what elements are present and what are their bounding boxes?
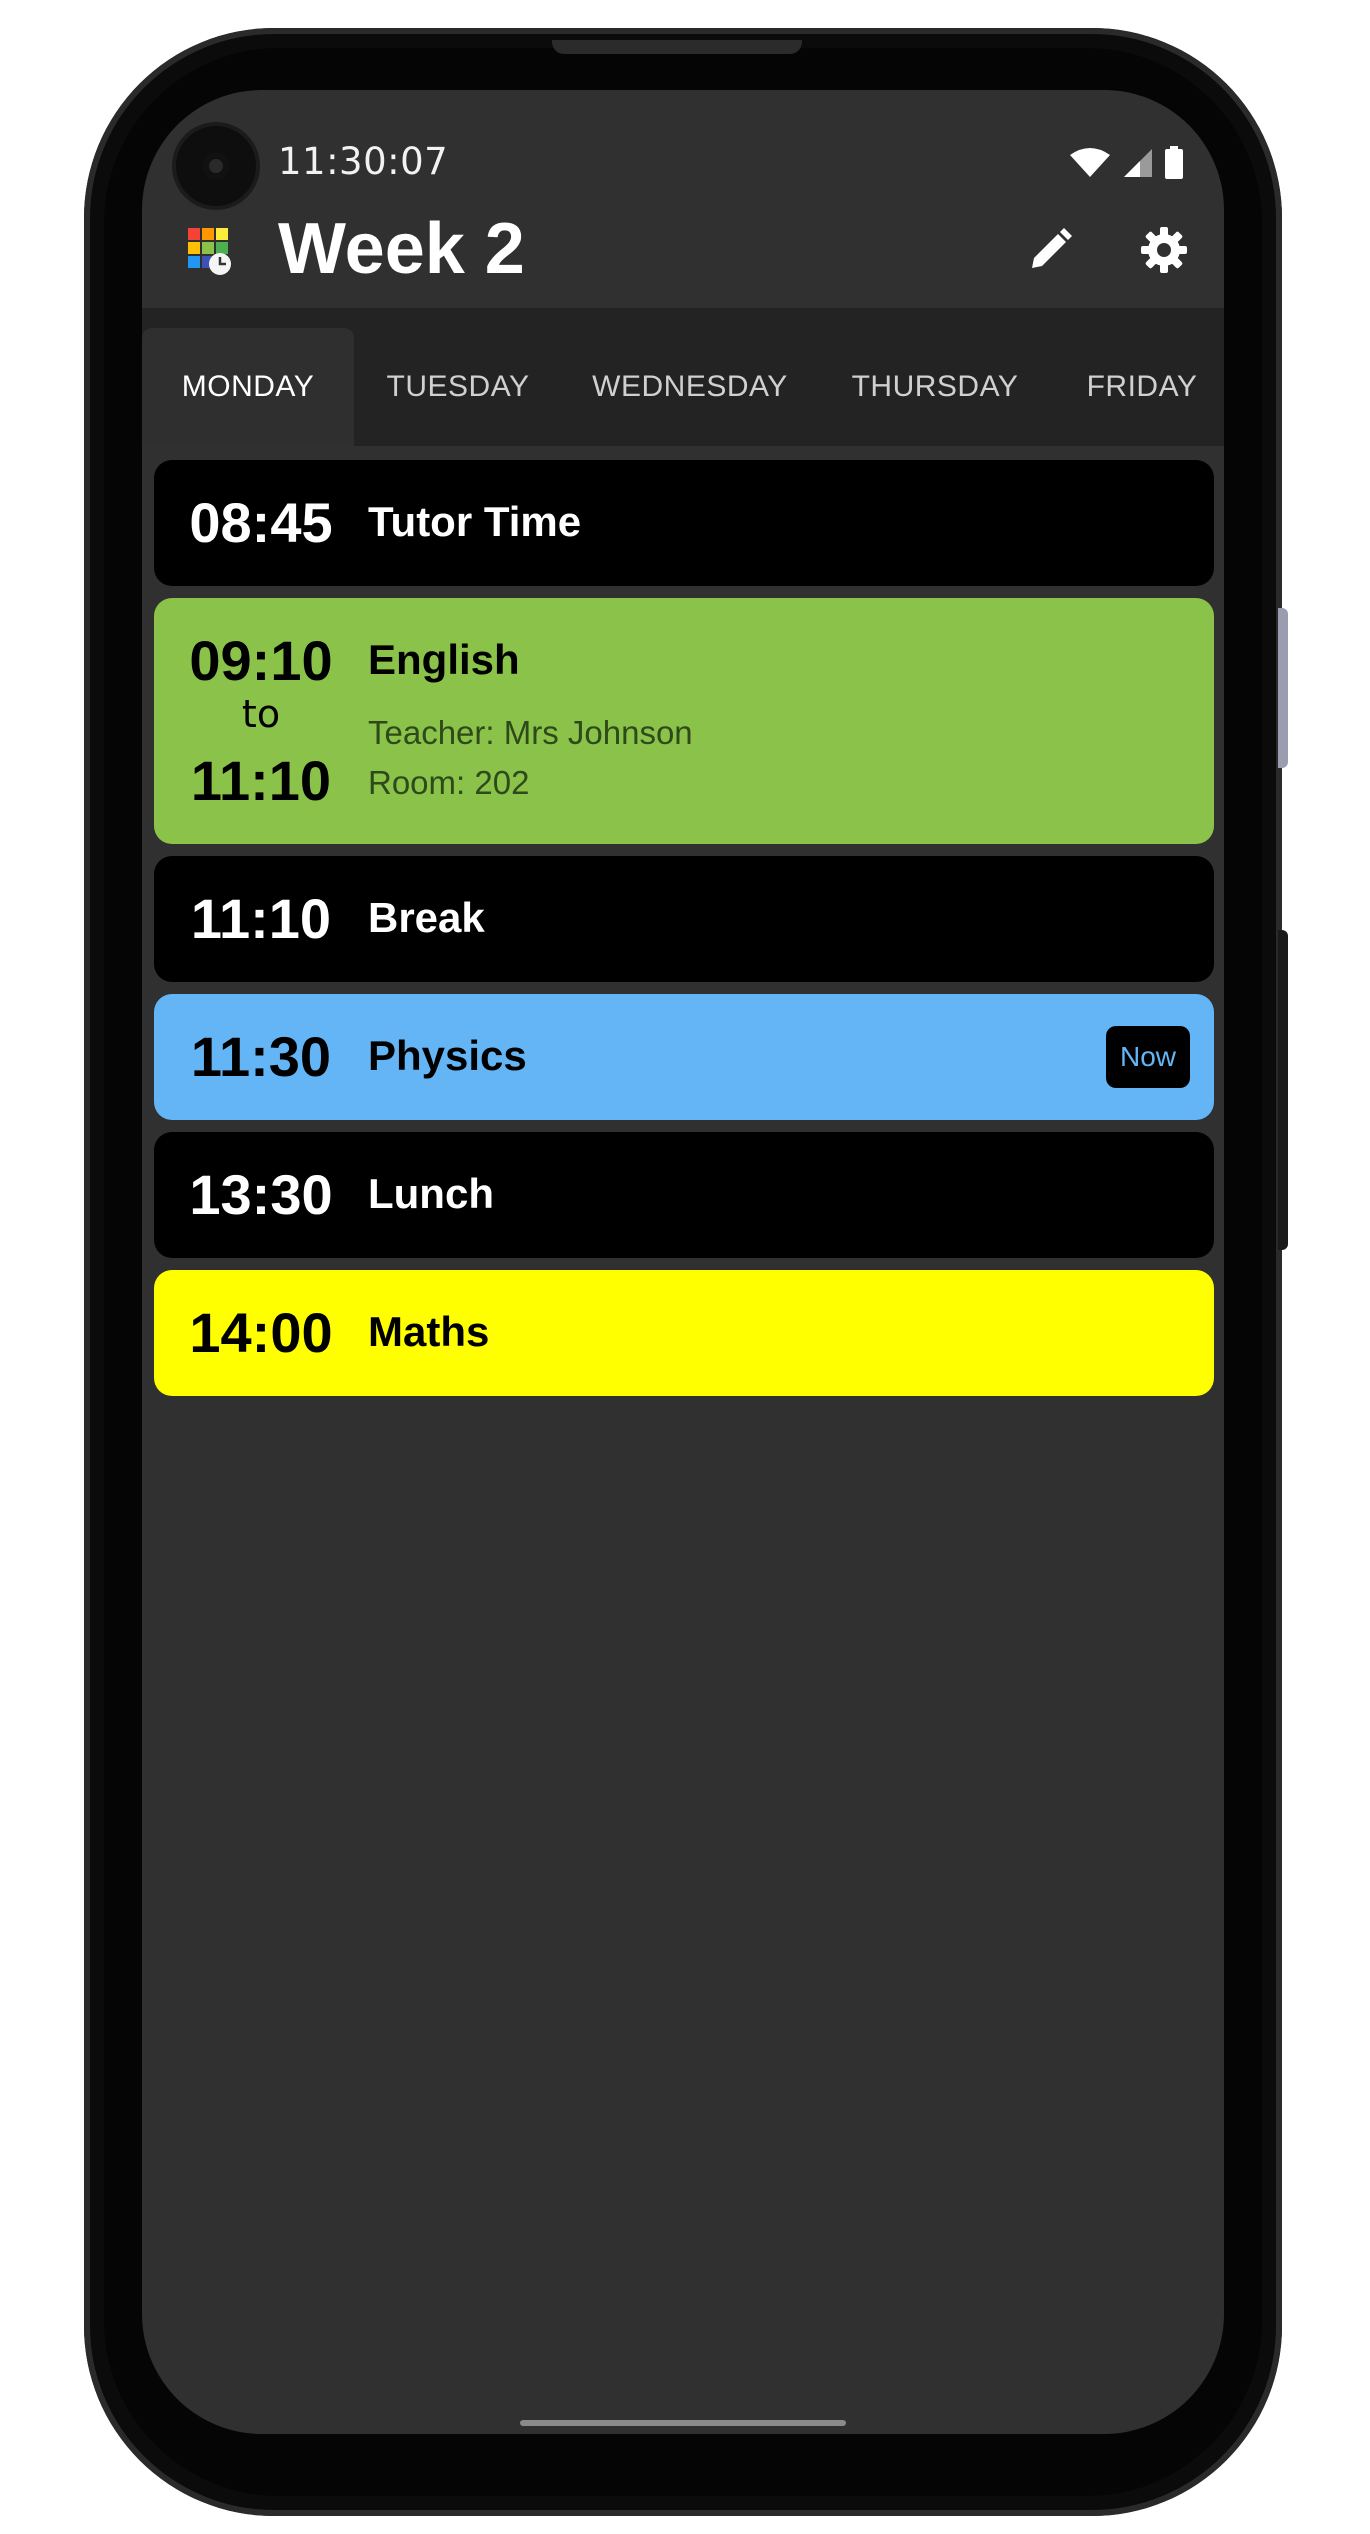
lesson-time: 08:45 <box>189 491 333 554</box>
lesson-time: 13:30 <box>189 1163 333 1226</box>
lesson-card-physics[interactable]: 11:30 Physics Now <box>154 994 1214 1120</box>
volume-button <box>1278 608 1288 768</box>
phone-screen: 11:30:07 Week 2 MONDAY TUESDAY WEDNESDAY… <box>142 90 1224 2434</box>
signal-icon <box>1124 149 1152 177</box>
current-lesson-badge: Now <box>1106 1026 1190 1088</box>
lesson-card-break[interactable]: 11:10 Break <box>154 856 1214 982</box>
gear-icon <box>1141 227 1187 273</box>
lesson-subject: Maths <box>368 1308 490 1355</box>
settings-button[interactable] <box>1132 218 1196 282</box>
lesson-subject: Break <box>368 894 485 941</box>
lesson-card-lunch[interactable]: 13:30 Lunch <box>154 1132 1214 1258</box>
status-icons <box>1068 146 1184 180</box>
lesson-subject: Physics <box>368 1032 527 1079</box>
lesson-time: 11:10 <box>190 887 332 950</box>
power-button <box>1278 930 1288 1250</box>
front-camera <box>176 126 256 206</box>
lesson-subject: Lunch <box>368 1170 494 1217</box>
lesson-end-time: 11:10 <box>190 749 332 812</box>
pencil-icon <box>1032 228 1072 268</box>
earpiece-speaker <box>552 40 802 54</box>
day-tabs: MONDAY TUESDAY WEDNESDAY THURSDAY FRIDAY <box>142 308 1224 446</box>
battery-icon <box>1165 146 1183 179</box>
lesson-teacher: Teacher: Mrs Johnson <box>368 714 693 751</box>
lesson-room: Room: 202 <box>368 764 530 801</box>
lesson-subject: Tutor Time <box>368 498 582 545</box>
lesson-start-time: 09:10 <box>189 629 333 692</box>
lesson-card-tutor-time[interactable]: 08:45 Tutor Time <box>154 460 1214 586</box>
status-time: 11:30:07 <box>278 140 449 183</box>
lesson-time: 14:00 <box>189 1301 333 1364</box>
edit-button[interactable] <box>1018 218 1082 282</box>
app-logo-icon <box>188 228 231 275</box>
tab-monday[interactable]: MONDAY <box>142 328 354 446</box>
tab-tuesday[interactable]: TUESDAY <box>354 328 562 446</box>
tab-wednesday[interactable]: WEDNESDAY <box>562 328 818 446</box>
lesson-card-english[interactable]: 09:10 to 11:10 English Teacher: Mrs John… <box>154 598 1214 844</box>
lesson-subject: English <box>368 636 520 683</box>
home-indicator[interactable] <box>520 2420 846 2426</box>
lesson-time-separator: to <box>241 692 281 736</box>
lesson-card-maths[interactable]: 14:00 Maths <box>154 1270 1214 1396</box>
page-title: Week 2 <box>278 209 525 289</box>
wifi-icon <box>1070 148 1110 177</box>
tab-thursday[interactable]: THURSDAY <box>818 328 1052 446</box>
lesson-time: 11:30 <box>190 1025 332 1088</box>
tab-friday[interactable]: FRIDAY <box>1052 328 1224 446</box>
